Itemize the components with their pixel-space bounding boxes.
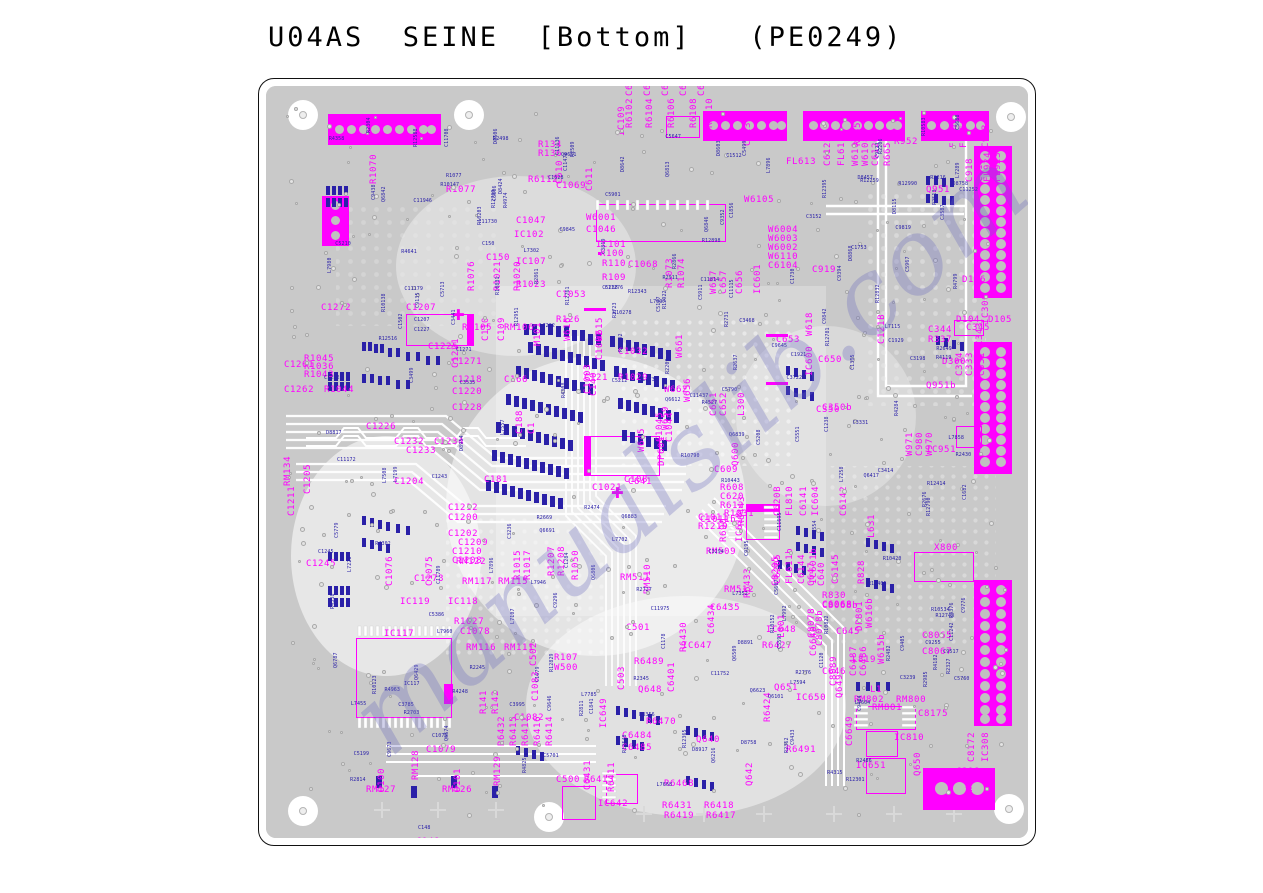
silk-label-C148: C148 [418, 825, 431, 831]
silk-label-IC117: IC117 [404, 681, 420, 687]
silk-label-C1252: C1252 [324, 375, 340, 381]
board-surface: ✚ ✚ R1077 R1070 C150 C1272 C1207 C1225 C… [266, 86, 1028, 838]
silk-label-R1077: R1077 [446, 173, 462, 179]
silk-label-C150: C150 [482, 241, 495, 247]
silk-label-C1207: C1207 [414, 317, 430, 323]
pcb-board: ✚ ✚ R1077 R1070 C150 C1272 C1207 C1225 C… [258, 78, 1036, 846]
silk-label-C1227: C1227 [414, 327, 430, 333]
component-id-layer: R1077 C1227 C150 C1207 C1271 C1252 C1245 IC117 C… [266, 86, 1028, 838]
pcb-layout-page: U04AS SEINE [Bottom] (PE0249) ✚ ✚ R1077 … [0, 0, 1263, 893]
silk-label-C1245: C1245 [318, 549, 334, 555]
silk-label-C1079: C1079 [432, 733, 448, 739]
page-title: U04AS SEINE [Bottom] (PE0249) [268, 22, 904, 53]
silk-label-C1271: C1271 [456, 347, 472, 353]
